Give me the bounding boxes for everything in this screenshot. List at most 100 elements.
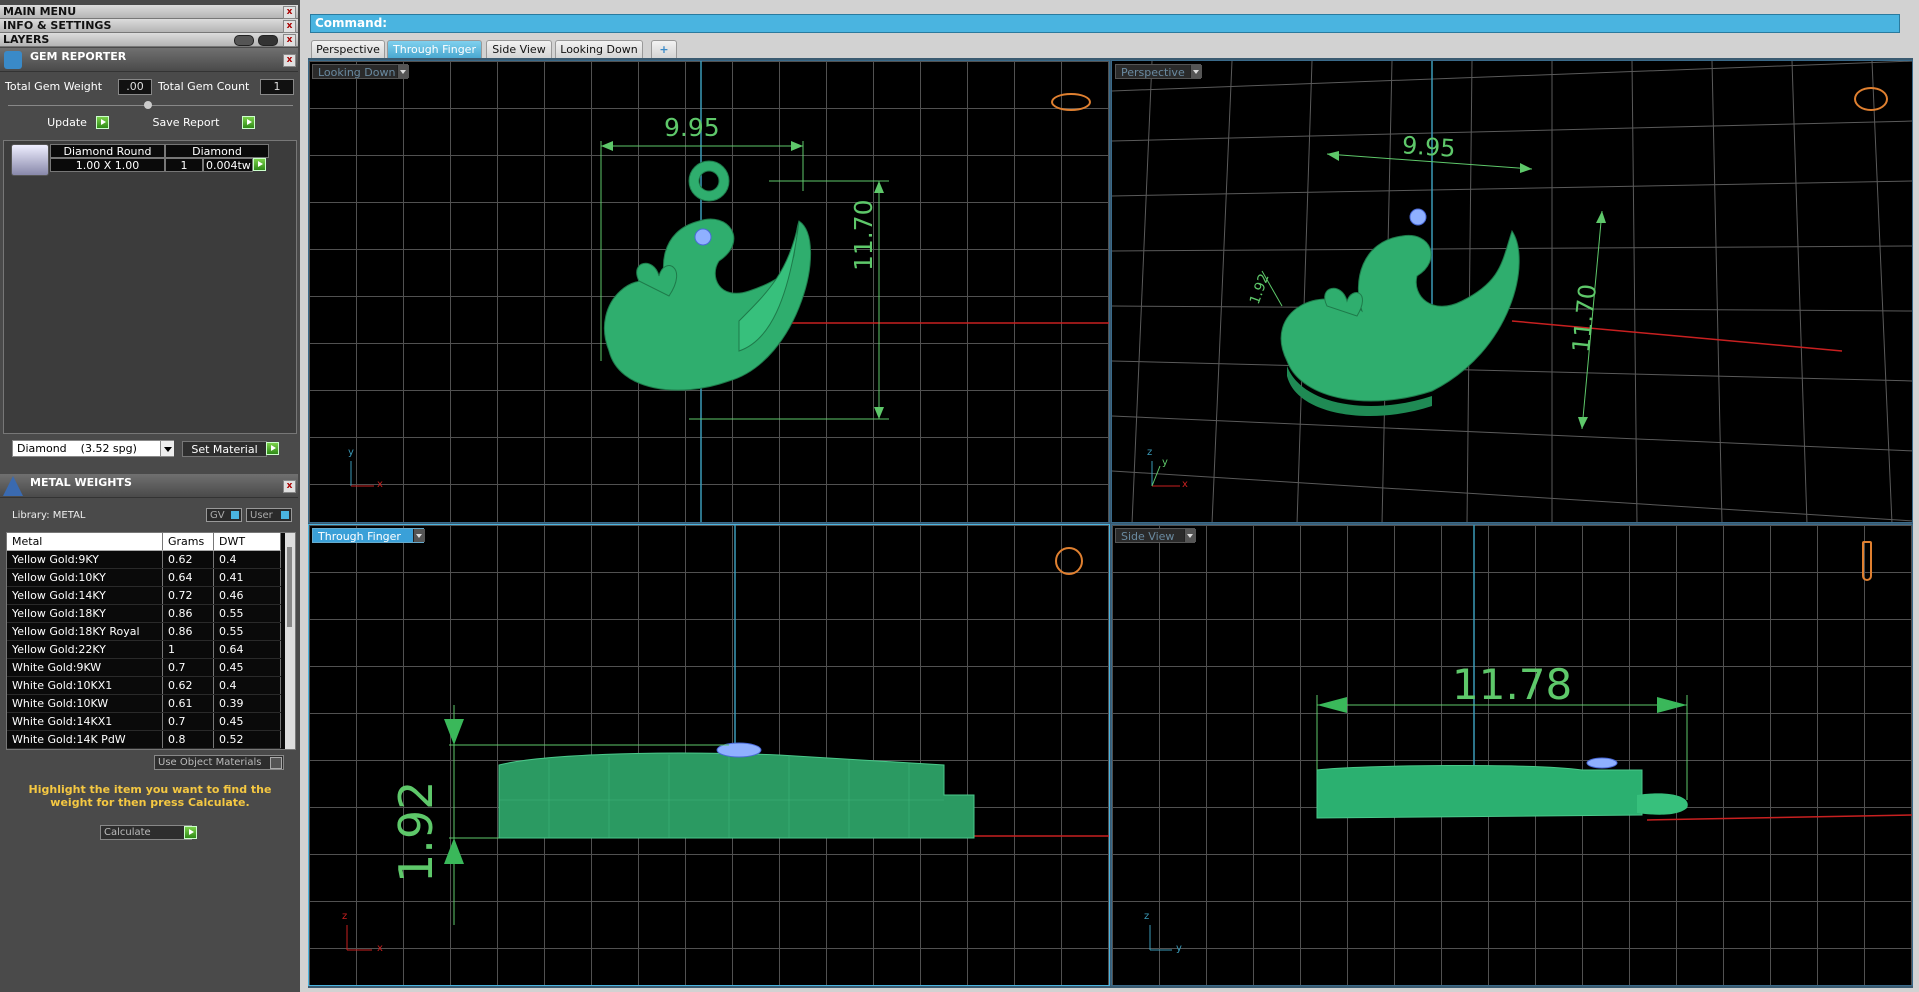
update-play-icon[interactable] [96, 116, 109, 129]
cell-grams: 0.64 [162, 568, 214, 587]
viewport-side-view[interactable]: 11.78 z y Side View [1111, 524, 1913, 986]
table-row[interactable]: White Gold:14KX1 0.7 0.45 [7, 712, 281, 731]
close-icon[interactable]: x [283, 480, 296, 493]
axis-label-z: z [1147, 447, 1153, 458]
ring-orientation-icon[interactable] [1051, 93, 1091, 111]
diamond-thumbnail-icon[interactable] [11, 144, 49, 176]
splitter-handle[interactable] [144, 101, 152, 109]
axis-label-y: y [348, 447, 354, 458]
axis-label-x: x [377, 943, 383, 954]
close-icon[interactable]: x [283, 20, 296, 33]
chevron-down-icon[interactable] [160, 441, 174, 456]
command-bar[interactable]: Command: [310, 14, 1900, 33]
chevron-down-icon[interactable] [1190, 65, 1202, 78]
cell-dwt: 0.52 [213, 730, 281, 749]
table-row[interactable]: White Gold:14K PdW 0.8 0.52 [7, 730, 281, 749]
close-icon[interactable]: x [283, 54, 296, 67]
viewport-label-side-view[interactable]: Side View [1115, 528, 1196, 543]
gem-name[interactable]: Diamond Round [50, 144, 165, 158]
eye-closed-icon[interactable] [234, 35, 254, 46]
cell-dwt: 0.55 [213, 604, 281, 623]
cell-metal: Yellow Gold:9KY [7, 550, 163, 569]
table-row[interactable]: Yellow Gold:14KY 0.72 0.46 [7, 586, 281, 605]
cell-dwt: 0.41 [213, 568, 281, 587]
tab-through-finger[interactable]: Through Finger [387, 40, 482, 58]
user-toggle[interactable]: User [246, 508, 292, 522]
table-row[interactable]: White Gold:10KX1 0.62 0.4 [7, 676, 281, 695]
close-icon[interactable]: x [283, 34, 296, 47]
model-side-view [1149, 525, 1912, 951]
gem-row-play-icon[interactable] [253, 158, 266, 171]
set-material-play-icon[interactable] [266, 442, 279, 455]
cell-grams: 0.7 [162, 658, 214, 677]
set-material-button[interactable]: Set Material [182, 441, 267, 457]
cell-metal: Yellow Gold:14KY [7, 586, 163, 605]
viewport-perspective[interactable]: 9.95 11.70 1.92 z y x Perspective [1111, 60, 1913, 523]
left-panel: MAIN MENU x INFO & SETTINGS x LAYERS x GEM… [0, 0, 300, 992]
calculate-play-icon[interactable] [184, 826, 197, 839]
viewport-through-finger[interactable]: 1.92 z x Through Finger [308, 524, 1110, 986]
info-settings-bar[interactable]: INFO & SETTINGS x [0, 19, 298, 33]
calculate-hint: Highlight the item you want to find the … [28, 783, 272, 809]
axis-label-z: z [1144, 911, 1150, 922]
tab-looking-down[interactable]: Looking Down [555, 40, 643, 58]
tab-perspective[interactable]: Perspective [311, 40, 385, 58]
main-menu-bar[interactable]: MAIN MENU x [0, 5, 298, 19]
cell-grams: 0.86 [162, 622, 214, 641]
table-row[interactable]: White Gold:10KW 0.61 0.39 [7, 694, 281, 713]
viewport-label-looking-down[interactable]: Looking Down [312, 64, 409, 79]
gv-toggle[interactable]: GV [206, 508, 242, 522]
table-row[interactable]: White Gold:9KW 0.7 0.45 [7, 658, 281, 677]
viewport-label-perspective[interactable]: Perspective [1115, 64, 1202, 79]
layers-label: LAYERS [3, 33, 50, 46]
user-label: User [250, 510, 273, 521]
command-label: Command: [315, 16, 388, 30]
save-report-button[interactable]: Save Report [130, 116, 242, 131]
calculate-button[interactable]: Calculate [100, 825, 192, 840]
cell-metal: White Gold:10KX1 [7, 676, 163, 695]
metal-table-scrollbar[interactable] [285, 533, 295, 749]
chevron-down-icon[interactable] [1184, 529, 1196, 542]
save-report-play-icon[interactable] [242, 116, 255, 129]
table-row[interactable]: Yellow Gold:18KY Royal 0.86 0.55 [7, 622, 281, 641]
viewport-label-through-finger[interactable]: Through Finger [312, 528, 425, 543]
cell-metal: Yellow Gold:18KY Royal [7, 622, 163, 641]
close-icon[interactable]: x [283, 6, 296, 19]
gem-reporter-title: GEM REPORTER [30, 50, 127, 63]
scrollbar-thumb[interactable] [287, 547, 292, 627]
update-button[interactable]: Update [38, 116, 96, 131]
cell-grams: 0.72 [162, 586, 214, 605]
add-tab-icon[interactable]: + [651, 40, 677, 58]
viewport-label-text: Looking Down [318, 66, 396, 79]
eye-icon[interactable] [258, 35, 278, 46]
cell-grams: 0.62 [162, 550, 214, 569]
chevron-down-icon[interactable] [397, 65, 409, 78]
tab-side-view[interactable]: Side View [486, 40, 552, 58]
ring-orientation-icon[interactable] [1854, 87, 1888, 111]
column-header-metal[interactable]: Metal [7, 533, 163, 551]
material-select[interactable]: Diamond (3.52 spg) [12, 440, 174, 457]
metal-weights-title: METAL WEIGHTS [30, 476, 132, 489]
viewport-looking-down[interactable]: 9.95 11.70 y x Looking Down [308, 60, 1110, 523]
total-gem-weight-value: .00 [118, 79, 152, 95]
layers-bar[interactable]: LAYERS x [0, 33, 298, 47]
cell-grams: 0.61 [162, 694, 214, 713]
use-object-materials-button[interactable]: Use Object Materials [154, 755, 284, 770]
dimension-thickness: 1.92 [389, 780, 443, 883]
table-row[interactable]: Yellow Gold:18KY 0.86 0.55 [7, 604, 281, 623]
cell-dwt: 0.64 [213, 640, 281, 659]
table-row[interactable]: Yellow Gold:22KY 1 0.64 [7, 640, 281, 659]
table-row[interactable]: Yellow Gold:9KY 0.62 0.4 [7, 550, 281, 569]
chevron-down-icon[interactable] [413, 529, 425, 542]
column-header-dwt[interactable]: DWT [213, 533, 281, 551]
use-object-materials-label: Use Object Materials [158, 757, 262, 768]
gem-type[interactable]: Diamond [165, 144, 269, 158]
ring-orientation-icon[interactable] [1055, 547, 1083, 575]
use-object-materials-checkbox[interactable] [270, 757, 282, 769]
calculate-label: Calculate [104, 827, 151, 838]
cell-dwt: 0.45 [213, 658, 281, 677]
ring-orientation-icon[interactable] [1862, 541, 1872, 581]
table-row[interactable]: Yellow Gold:10KY 0.64 0.41 [7, 568, 281, 587]
cell-dwt: 0.45 [213, 712, 281, 731]
column-header-grams[interactable]: Grams [162, 533, 214, 551]
